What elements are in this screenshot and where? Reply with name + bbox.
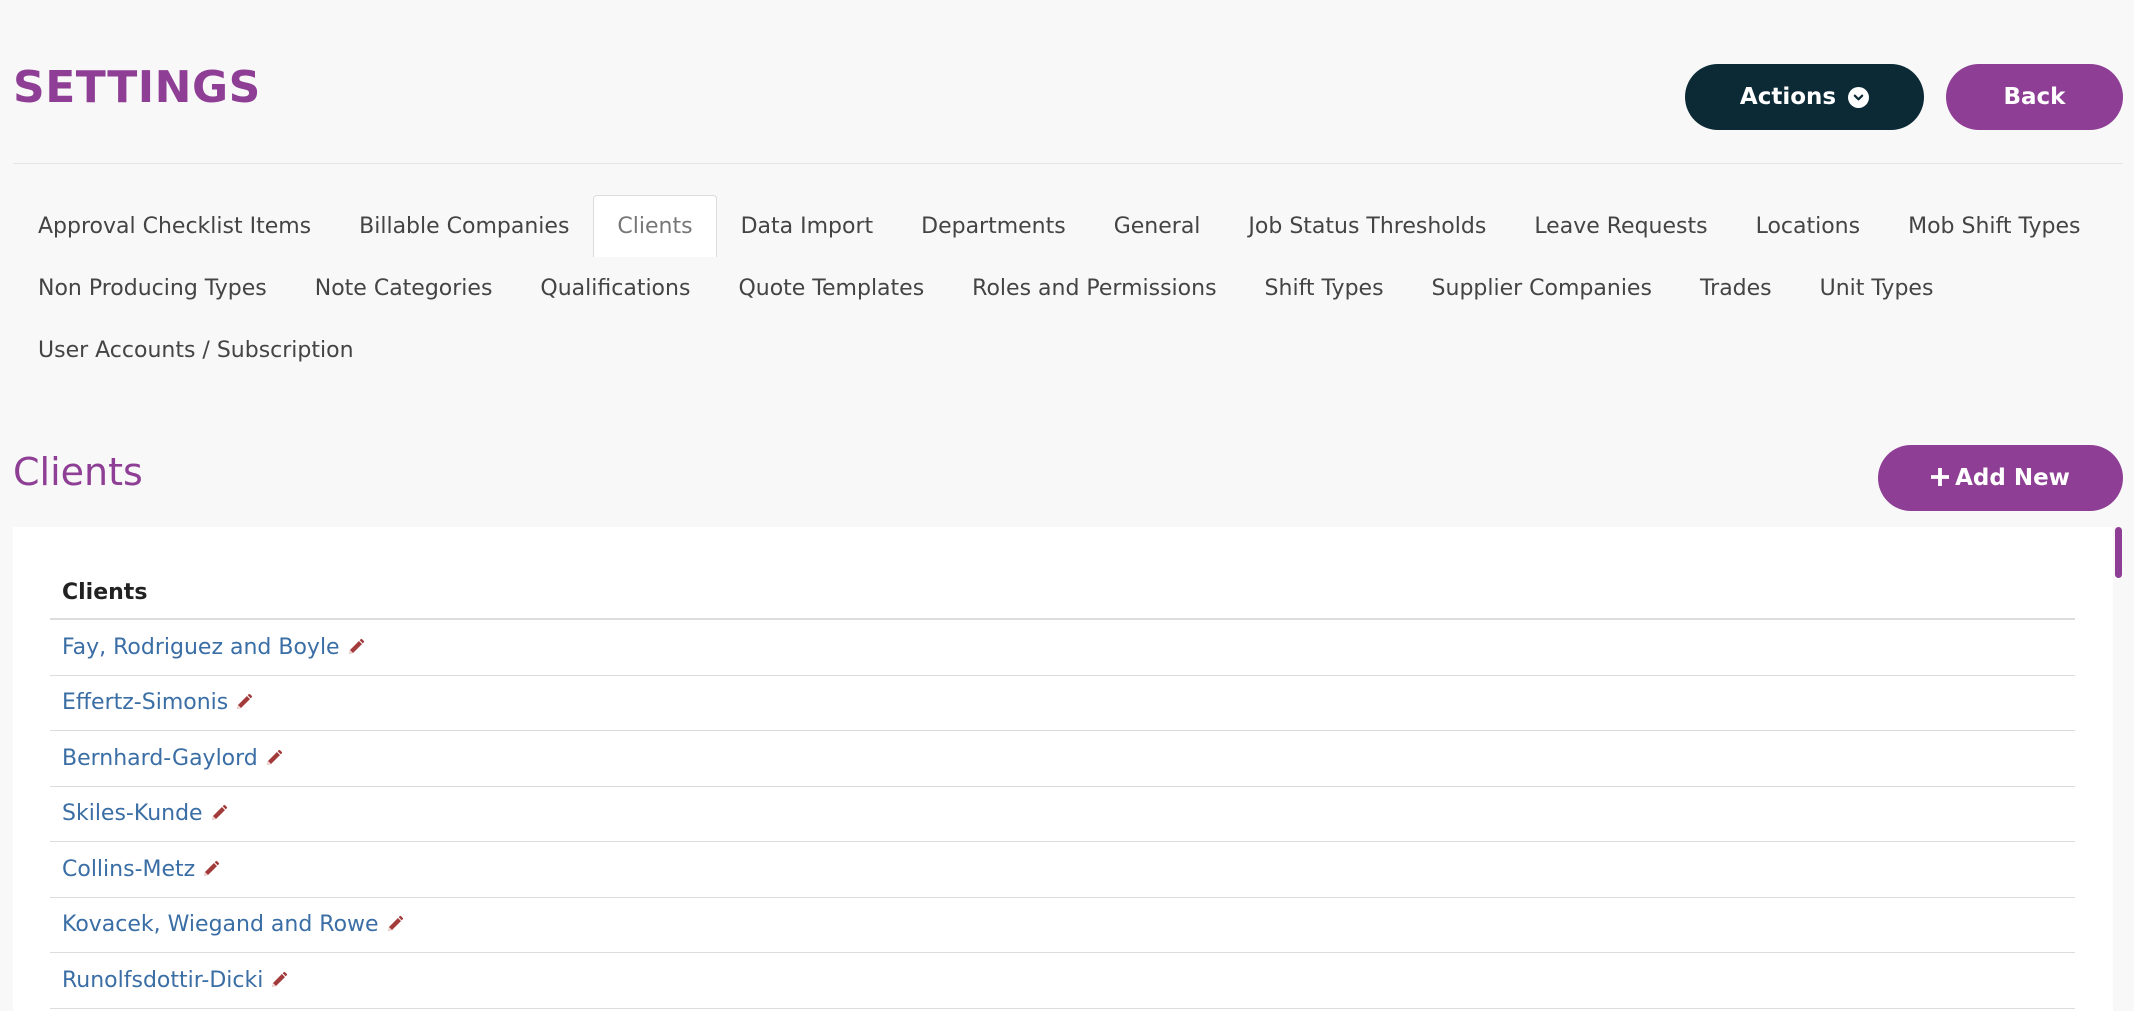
table-row: Runolfsdottir-Dicki — [50, 953, 2075, 1009]
tab-non-producing-types[interactable]: Non Producing Types — [14, 257, 291, 319]
pencil-icon[interactable] — [269, 971, 288, 990]
tab-row: Non Producing Types Note Categories Qualif… — [14, 257, 2114, 319]
tab-roles-and-permissions[interactable]: Roles and Permissions — [948, 257, 1240, 319]
scrollbar-thumb[interactable] — [2115, 527, 2122, 578]
tab-shift-types[interactable]: Shift Types — [1241, 257, 1408, 319]
client-link[interactable]: Skiles-Kunde — [62, 801, 203, 826]
table-row: Effertz-Simonis — [50, 676, 2075, 731]
table-row: Skiles-Kunde — [50, 787, 2075, 842]
header-divider — [13, 163, 2123, 164]
chevron-down-icon — [1848, 86, 1870, 108]
table-row: Kovacek, Wiegand and Rowe — [50, 898, 2075, 953]
actions-button[interactable]: Actions — [1685, 64, 1924, 130]
table-body: Fay, Rodriguez and Boyle Effertz-Simonis B… — [50, 620, 2075, 1009]
plus-icon — [1930, 463, 1950, 493]
page-header: SETTINGS Actions Back — [0, 0, 2134, 164]
table-header: Clients — [50, 567, 2075, 620]
actions-button-label: Actions — [1739, 84, 1837, 110]
client-link[interactable]: Collins-Metz — [62, 857, 195, 882]
tab-data-import[interactable]: Data Import — [717, 195, 898, 257]
back-button-label: Back — [2003, 84, 2066, 110]
section-title: Clients — [13, 450, 143, 494]
tab-job-status-thresholds[interactable]: Job Status Thresholds — [1224, 195, 1510, 257]
tab-leave-requests[interactable]: Leave Requests — [1510, 195, 1731, 257]
scrollbar[interactable] — [2113, 527, 2123, 1011]
tab-quote-templates[interactable]: Quote Templates — [714, 257, 948, 319]
clients-table: Clients Fay, Rodriguez and Boyle Effertz-… — [50, 567, 2075, 1009]
pencil-icon[interactable] — [209, 804, 228, 823]
table-row: Fay, Rodriguez and Boyle — [50, 620, 2075, 676]
tab-approval-checklist-items[interactable]: Approval Checklist Items — [14, 195, 335, 257]
client-link[interactable]: Bernhard-Gaylord — [62, 746, 258, 771]
clients-panel: Clients Fay, Rodriguez and Boyle Effertz-… — [13, 527, 2113, 1011]
back-button[interactable]: Back — [1946, 64, 2123, 130]
client-link[interactable]: Kovacek, Wiegand and Rowe — [62, 912, 379, 937]
page-title: SETTINGS — [13, 62, 261, 113]
tab-clients[interactable]: Clients — [593, 195, 717, 257]
table-row: Collins-Metz — [50, 842, 2075, 898]
pencil-icon[interactable] — [201, 860, 220, 879]
pencil-icon[interactable] — [385, 915, 404, 934]
tab-note-categories[interactable]: Note Categories — [291, 257, 517, 319]
tab-departments[interactable]: Departments — [897, 195, 1090, 257]
add-new-button-label: Add New — [1955, 465, 2070, 491]
client-link[interactable]: Effertz-Simonis — [62, 690, 228, 715]
settings-tabs: Approval Checklist Items Billable Compani… — [14, 195, 2114, 381]
tab-qualifications[interactable]: Qualifications — [516, 257, 714, 319]
tab-row: Approval Checklist Items Billable Compani… — [14, 195, 2114, 257]
pencil-icon[interactable] — [346, 638, 365, 657]
tab-trades[interactable]: Trades — [1676, 257, 1796, 319]
pencil-icon[interactable] — [264, 749, 283, 768]
tab-row: User Accounts / Subscription — [14, 319, 2114, 381]
pencil-icon[interactable] — [234, 693, 253, 712]
table-row: Bernhard-Gaylord — [50, 731, 2075, 787]
tab-mob-shift-types[interactable]: Mob Shift Types — [1884, 195, 2104, 257]
add-new-button[interactable]: Add New — [1878, 445, 2123, 511]
tab-billable-companies[interactable]: Billable Companies — [335, 195, 593, 257]
tab-general[interactable]: General — [1090, 195, 1225, 257]
tab-unit-types[interactable]: Unit Types — [1796, 257, 1958, 319]
tab-locations[interactable]: Locations — [1732, 195, 1885, 257]
client-link[interactable]: Runolfsdottir-Dicki — [62, 968, 263, 993]
tab-supplier-companies[interactable]: Supplier Companies — [1408, 257, 1676, 319]
tab-user-accounts-subscription[interactable]: User Accounts / Subscription — [14, 319, 378, 381]
client-link[interactable]: Fay, Rodriguez and Boyle — [62, 635, 340, 660]
